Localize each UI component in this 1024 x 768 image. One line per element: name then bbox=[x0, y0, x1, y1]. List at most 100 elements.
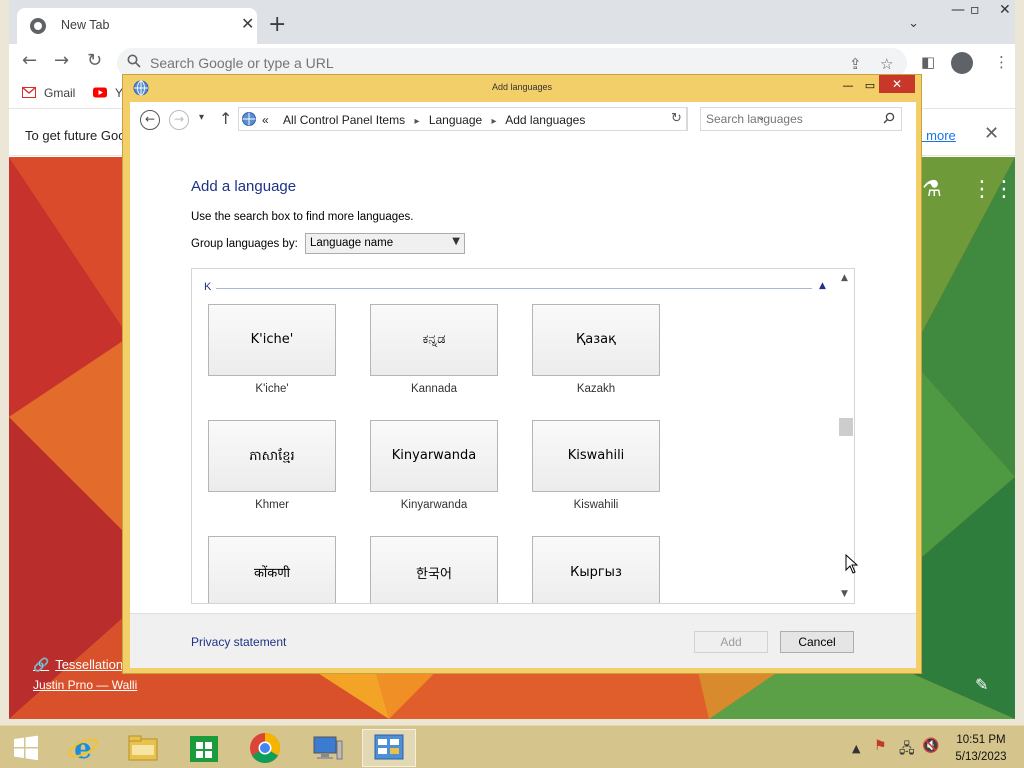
group-by-select[interactable]: Language name ▼ bbox=[305, 233, 465, 254]
add-button[interactable]: Add bbox=[694, 631, 768, 653]
breadcrumb-add-languages[interactable]: Add languages bbox=[505, 113, 585, 127]
language-native-name: कोंकणी bbox=[253, 566, 291, 581]
reload-icon[interactable]: ↻ bbox=[87, 52, 102, 70]
language-tile-kazakh[interactable]: Қазақ bbox=[532, 304, 660, 376]
bookmark-youtube[interactable]: Y bbox=[93, 86, 123, 100]
forward-icon[interactable]: → bbox=[54, 52, 69, 70]
address-bar[interactable]: « All Control Panel Items ▸ Language ▸ A… bbox=[238, 107, 765, 131]
taskbar-internet-explorer[interactable]: e bbox=[56, 729, 110, 767]
close-window-icon[interactable]: ✕ bbox=[999, 2, 1011, 18]
language-native-name: Kinyarwanda bbox=[391, 448, 477, 463]
language-location-icon bbox=[242, 112, 256, 126]
tab-search-icon[interactable]: ⌄ bbox=[908, 16, 919, 31]
taskbar-store[interactable] bbox=[177, 729, 231, 767]
close-icon[interactable]: ✕ bbox=[984, 123, 999, 144]
internet-explorer-icon: e bbox=[68, 732, 98, 765]
customize-pencil-icon[interactable]: ✎ bbox=[975, 675, 988, 694]
language-tile-khmer[interactable]: ភាសាខ្មែរ bbox=[208, 420, 336, 492]
share-icon[interactable]: ⇪ bbox=[849, 55, 862, 73]
dialog-client-area: ← → ▾ ↑ « All Control Panel Items ▸ Lang… bbox=[130, 102, 916, 668]
link-icon: 🔗 bbox=[33, 657, 50, 672]
maximize-icon[interactable]: ▫ bbox=[970, 2, 980, 18]
chrome-icon bbox=[30, 18, 46, 34]
bookmark-star-icon[interactable]: ☆ bbox=[880, 55, 893, 73]
language-tile-konkani[interactable]: कोंकणी bbox=[208, 536, 336, 603]
breadcrumb-separator-icon[interactable]: ▸ bbox=[492, 116, 497, 127]
windows-logo-icon bbox=[14, 735, 38, 761]
vertical-scrollbar[interactable]: ▲ ▼ bbox=[838, 269, 854, 603]
language-native-name: ភាសាខ្មែរ bbox=[249, 449, 295, 464]
search-languages-input[interactable] bbox=[706, 111, 871, 127]
language-native-name: Қазақ bbox=[576, 332, 616, 347]
svg-text:e: e bbox=[74, 732, 92, 765]
youtube-icon bbox=[93, 87, 107, 98]
network-icon[interactable]: 🖧 bbox=[899, 738, 915, 762]
info-bar-text: To get future Goo bbox=[25, 128, 126, 143]
language-tile-korean[interactable]: 한국어 bbox=[370, 536, 498, 603]
control-panel-icon bbox=[374, 734, 404, 760]
taskbar-file-explorer[interactable] bbox=[116, 729, 170, 767]
close-tab-icon[interactable]: ✕ bbox=[241, 16, 254, 32]
up-icon[interactable]: ↑ bbox=[219, 109, 232, 128]
cancel-button[interactable]: Cancel bbox=[780, 631, 854, 653]
show-hidden-icons-icon[interactable]: ▲ bbox=[852, 742, 860, 755]
taskbar-chrome[interactable] bbox=[238, 729, 292, 767]
refresh-icon[interactable]: ↻ bbox=[666, 107, 688, 131]
breadcrumb-separator-icon[interactable]: ▸ bbox=[414, 116, 419, 127]
back-icon[interactable]: ← bbox=[140, 110, 160, 130]
menu-icon[interactable]: ⋮ bbox=[994, 53, 1009, 71]
taskbar-remote-desktop[interactable] bbox=[300, 729, 354, 767]
minimize-icon[interactable]: — bbox=[951, 2, 965, 18]
tab-new-tab[interactable]: New Tab ✕ bbox=[17, 8, 257, 44]
language-name: Khmer bbox=[255, 499, 289, 511]
language-tile-kinyarwanda[interactable]: Kinyarwanda bbox=[370, 420, 498, 492]
language-native-name: K'iche' bbox=[250, 332, 294, 347]
profile-avatar[interactable] bbox=[951, 52, 973, 74]
collapse-group-icon[interactable]: ▲ bbox=[819, 281, 826, 291]
privacy-statement-link[interactable]: Privacy statement bbox=[191, 635, 286, 649]
language-tile-kiche[interactable]: K'iche' bbox=[208, 304, 336, 376]
taskbar-control-panel-active[interactable] bbox=[362, 729, 416, 767]
search-box[interactable] bbox=[700, 107, 902, 131]
clock-time[interactable]: 10:51 PM bbox=[948, 734, 1014, 746]
group-by-label: Group languages by: bbox=[191, 238, 298, 250]
language-list: K ▲ K'iche' K'iche' ಕನ್ನಡ Kannada Қазақ … bbox=[191, 268, 855, 604]
clock-date[interactable]: 5/13/2023 bbox=[948, 751, 1014, 763]
language-tile-kannada[interactable]: ಕನ್ನಡ bbox=[370, 304, 498, 376]
add-languages-window: Add languages — ▭ ✕ ← → ▾ ↑ « All Contro… bbox=[122, 74, 922, 674]
recent-pages-dropdown-icon[interactable]: ▾ bbox=[199, 112, 204, 123]
new-tab-button[interactable]: + bbox=[268, 14, 286, 36]
bookmark-gmail[interactable]: Gmail bbox=[22, 86, 75, 100]
taskbar: e ▲ ⚑ 🖧 🔇 10:51 PM 5/13/2023 bbox=[0, 725, 1024, 768]
wallpaper-title-link[interactable]: 🔗 Tessellation bbox=[33, 657, 123, 673]
breadcrumb-language[interactable]: Language bbox=[429, 113, 482, 127]
language-tile-kiswahili[interactable]: Kiswahili bbox=[532, 420, 660, 492]
computer-monitor-icon bbox=[313, 736, 343, 760]
instructions-text: Use the search box to find more language… bbox=[191, 211, 414, 223]
start-button[interactable] bbox=[4, 729, 58, 767]
breadcrumb-all-control-panel-items[interactable]: All Control Panel Items bbox=[283, 113, 405, 127]
dialog-title: Add languages bbox=[491, 82, 553, 92]
labs-flask-icon[interactable]: ⚗ bbox=[922, 177, 942, 202]
omnibox-input[interactable] bbox=[150, 53, 750, 73]
language-name: Kiswahili bbox=[573, 499, 619, 511]
apps-grid-icon[interactable]: ⋮⋮ bbox=[971, 177, 1015, 202]
search-icon[interactable] bbox=[883, 112, 895, 124]
side-panel-icon[interactable]: ◧ bbox=[921, 53, 935, 71]
close-window-icon[interactable]: ✕ bbox=[879, 75, 915, 93]
volume-muted-icon[interactable]: 🔇 bbox=[922, 738, 939, 754]
chevron-down-icon: ▼ bbox=[452, 236, 460, 247]
breadcrumb-overflow[interactable]: « bbox=[262, 113, 269, 127]
dialog-footer: Privacy statement Add Cancel bbox=[130, 613, 916, 668]
scrollbar-thumb[interactable] bbox=[839, 418, 853, 436]
action-center-flag-icon[interactable]: ⚑ bbox=[874, 738, 887, 754]
tab-strip: New Tab ✕ + ⌄ — ▫ ✕ bbox=[9, 0, 1015, 44]
address-row: ← → ▾ ↑ « All Control Panel Items ▸ Lang… bbox=[130, 102, 916, 138]
forward-icon[interactable]: → bbox=[169, 110, 189, 130]
language-tile-kyrgyz[interactable]: Кыргыз bbox=[532, 536, 660, 603]
scroll-down-icon[interactable]: ▼ bbox=[841, 589, 848, 599]
scroll-up-icon[interactable]: ▲ bbox=[841, 273, 848, 283]
back-icon[interactable]: ← bbox=[22, 52, 37, 70]
language-name: Kazakh bbox=[576, 383, 616, 395]
wallpaper-author-link[interactable]: Justin Prno — Walli bbox=[33, 678, 137, 692]
